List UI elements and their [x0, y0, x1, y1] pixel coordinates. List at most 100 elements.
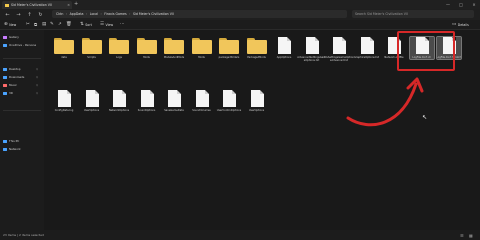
- breadcrumb-item[interactable]: Firaxis Games: [104, 12, 126, 16]
- folder-item[interactable]: packagedfolders: [217, 37, 241, 59]
- file-name: Mods: [198, 56, 205, 59]
- breadcrumb-item[interactable]: Sid Meier's Civilization VII: [133, 12, 174, 16]
- refresh-button[interactable]: ↻: [36, 10, 45, 19]
- sidebar-item-downloads[interactable]: Downloads ⚲: [3, 74, 41, 80]
- delete-icon[interactable]: 🗑: [66, 22, 73, 27]
- folder-item[interactable]: PackagedMods: [245, 37, 269, 59]
- breadcrumb-item[interactable]: Cktn: [56, 12, 63, 16]
- tiles-view-icon[interactable]: ▦: [469, 233, 473, 238]
- sort-button[interactable]: ⇅ Sort: [80, 22, 92, 27]
- view-button[interactable]: ☰ View: [100, 22, 113, 27]
- back-button[interactable]: ←: [3, 10, 12, 19]
- share-icon[interactable]: ↗: [58, 22, 63, 27]
- file-name: Scripts: [87, 56, 96, 59]
- sidebar-item-label: Music: [9, 83, 17, 87]
- mouse-cursor-icon: ↖: [422, 114, 428, 121]
- file-item[interactable]: ConfigData.log: [52, 90, 76, 112]
- file-item[interactable]: SoundVolumes: [190, 90, 214, 112]
- paste-icon[interactable]: ▤: [42, 22, 48, 27]
- document-icon: [192, 90, 212, 107]
- folder-icon: [81, 37, 102, 54]
- details-view-icon[interactable]: ☰: [460, 233, 464, 238]
- folder-icon: [109, 37, 129, 54]
- search-input[interactable]: Search Sid Meier's Civilization VII: [352, 10, 474, 18]
- sidebar-item-3d[interactable]: 3D ⚲: [3, 90, 41, 96]
- download-icon: [3, 75, 7, 79]
- gallery-icon: [3, 35, 7, 39]
- file-name: NetworkOptions: [108, 109, 130, 112]
- rename-icon[interactable]: ✎: [50, 22, 55, 27]
- file-item[interactable]: UserControlOptions: [217, 90, 241, 112]
- tab-civilization-vii[interactable]: Sid Meier's Civilization VII ×: [2, 1, 72, 9]
- tab-close-icon[interactable]: ×: [67, 3, 70, 7]
- file-item[interactable]: SoundOptions: [135, 90, 159, 112]
- up-button[interactable]: ↑: [25, 10, 34, 19]
- copy-icon[interactable]: ⧉: [34, 22, 39, 28]
- breadcrumb-item[interactable]: AppData: [70, 12, 84, 16]
- music-icon: [3, 83, 7, 87]
- sidebar-item-label: OneDrive - Persona: [9, 43, 37, 47]
- minimize-button[interactable]: —: [442, 0, 454, 9]
- pin-icon: ⚲: [36, 91, 38, 95]
- file-name: packagedfolders: [218, 56, 240, 59]
- status-bar: 23 items | 2 items selected ☰ ▦: [0, 230, 480, 240]
- sidebar-item-this-pc[interactable]: This PC: [3, 138, 19, 144]
- sidebar-item-gallery[interactable]: Gallery: [3, 34, 19, 40]
- new-label: New: [9, 22, 17, 27]
- file-item[interactable]: UserOptions: [80, 90, 104, 112]
- address-bar[interactable]: Cktn › AppData › Local › Firaxis Games ›…: [52, 10, 347, 18]
- new-button[interactable]: ⊕ New: [4, 22, 16, 27]
- chevron-right-icon: ›: [100, 12, 102, 16]
- file-item[interactable]: CivSettingsGameOptionsAdvanced.txt: [324, 37, 354, 62]
- file-name: UserControlOptions: [216, 109, 242, 112]
- file-name: UserOptions: [83, 109, 100, 112]
- close-window-button[interactable]: ×: [468, 0, 480, 9]
- sidebar-item-network[interactable]: Network: [3, 146, 21, 152]
- file-name: UserOptions: [248, 109, 265, 112]
- forward-button[interactable]: →: [14, 10, 23, 19]
- sidebar-item-onedrive[interactable]: OneDrive - Persona: [3, 42, 36, 48]
- file-item[interactable]: NetworkOptions: [107, 90, 131, 112]
- breadcrumb-item[interactable]: Local: [90, 12, 98, 16]
- sidebar-item-desktop[interactable]: Desktop ⚲: [3, 66, 41, 72]
- folder-item[interactable]: Mods: [135, 37, 159, 59]
- search-placeholder: Search Sid Meier's Civilization VII: [355, 12, 408, 16]
- folder-item[interactable]: Scripts: [80, 37, 104, 59]
- details-icon: ▭: [452, 22, 457, 27]
- file-item[interactable]: GraphicsOptions.txt: [354, 37, 379, 59]
- divider: [3, 110, 41, 111]
- folder-item[interactable]: ModelsAndMods: [162, 37, 186, 59]
- maximize-button[interactable]: □: [455, 0, 467, 9]
- new-tab-button[interactable]: +: [74, 1, 78, 7]
- file-name: GraphicsOptions.txt: [354, 56, 379, 59]
- chevron-right-icon: ›: [65, 12, 68, 16]
- computer-icon: [3, 139, 7, 143]
- annotation-arrow: [346, 77, 424, 127]
- file-name: Mods: [143, 56, 150, 59]
- more-options-icon[interactable]: ⋯: [120, 22, 126, 27]
- document-icon: [109, 90, 129, 107]
- sidebar-item-music[interactable]: Music ⚲: [3, 82, 41, 88]
- sidebar-item-label: Gallery: [9, 35, 19, 39]
- folder-item[interactable]: Mods: [190, 37, 214, 59]
- document-icon: [274, 37, 294, 54]
- command-bar: ⊕ New ✂ ⧉ ▤ ✎ ↗ 🗑 ⇅ Sort ☰ View ⋯ ▭ Deta…: [0, 20, 480, 30]
- file-item[interactable]: AdvancedSettingsGameOptions.txt: [297, 37, 326, 62]
- file-item[interactable]: UserOptions: [245, 90, 269, 112]
- folder-item[interactable]: data: [52, 37, 76, 59]
- divider: [3, 58, 41, 59]
- file-item[interactable]: SaveGameData: [162, 90, 186, 112]
- folder-item[interactable]: Logs: [107, 37, 131, 59]
- details-button[interactable]: ▭ Details: [452, 22, 469, 27]
- file-item[interactable]: AppOptions: [272, 37, 296, 59]
- status-text: 23 items | 2 items selected: [3, 233, 44, 237]
- sort-label: Sort: [85, 22, 92, 27]
- document-icon: [54, 90, 74, 107]
- file-name: data: [61, 56, 67, 59]
- desktop-icon: [3, 67, 7, 71]
- cut-icon[interactable]: ✂: [26, 22, 31, 27]
- chevron-right-icon: ›: [85, 12, 88, 16]
- navigation-bar: ← → ↑ ↻ Cktn › AppData › Local › Firaxis…: [0, 9, 480, 20]
- document-icon: [302, 37, 322, 54]
- document-icon: [247, 90, 267, 107]
